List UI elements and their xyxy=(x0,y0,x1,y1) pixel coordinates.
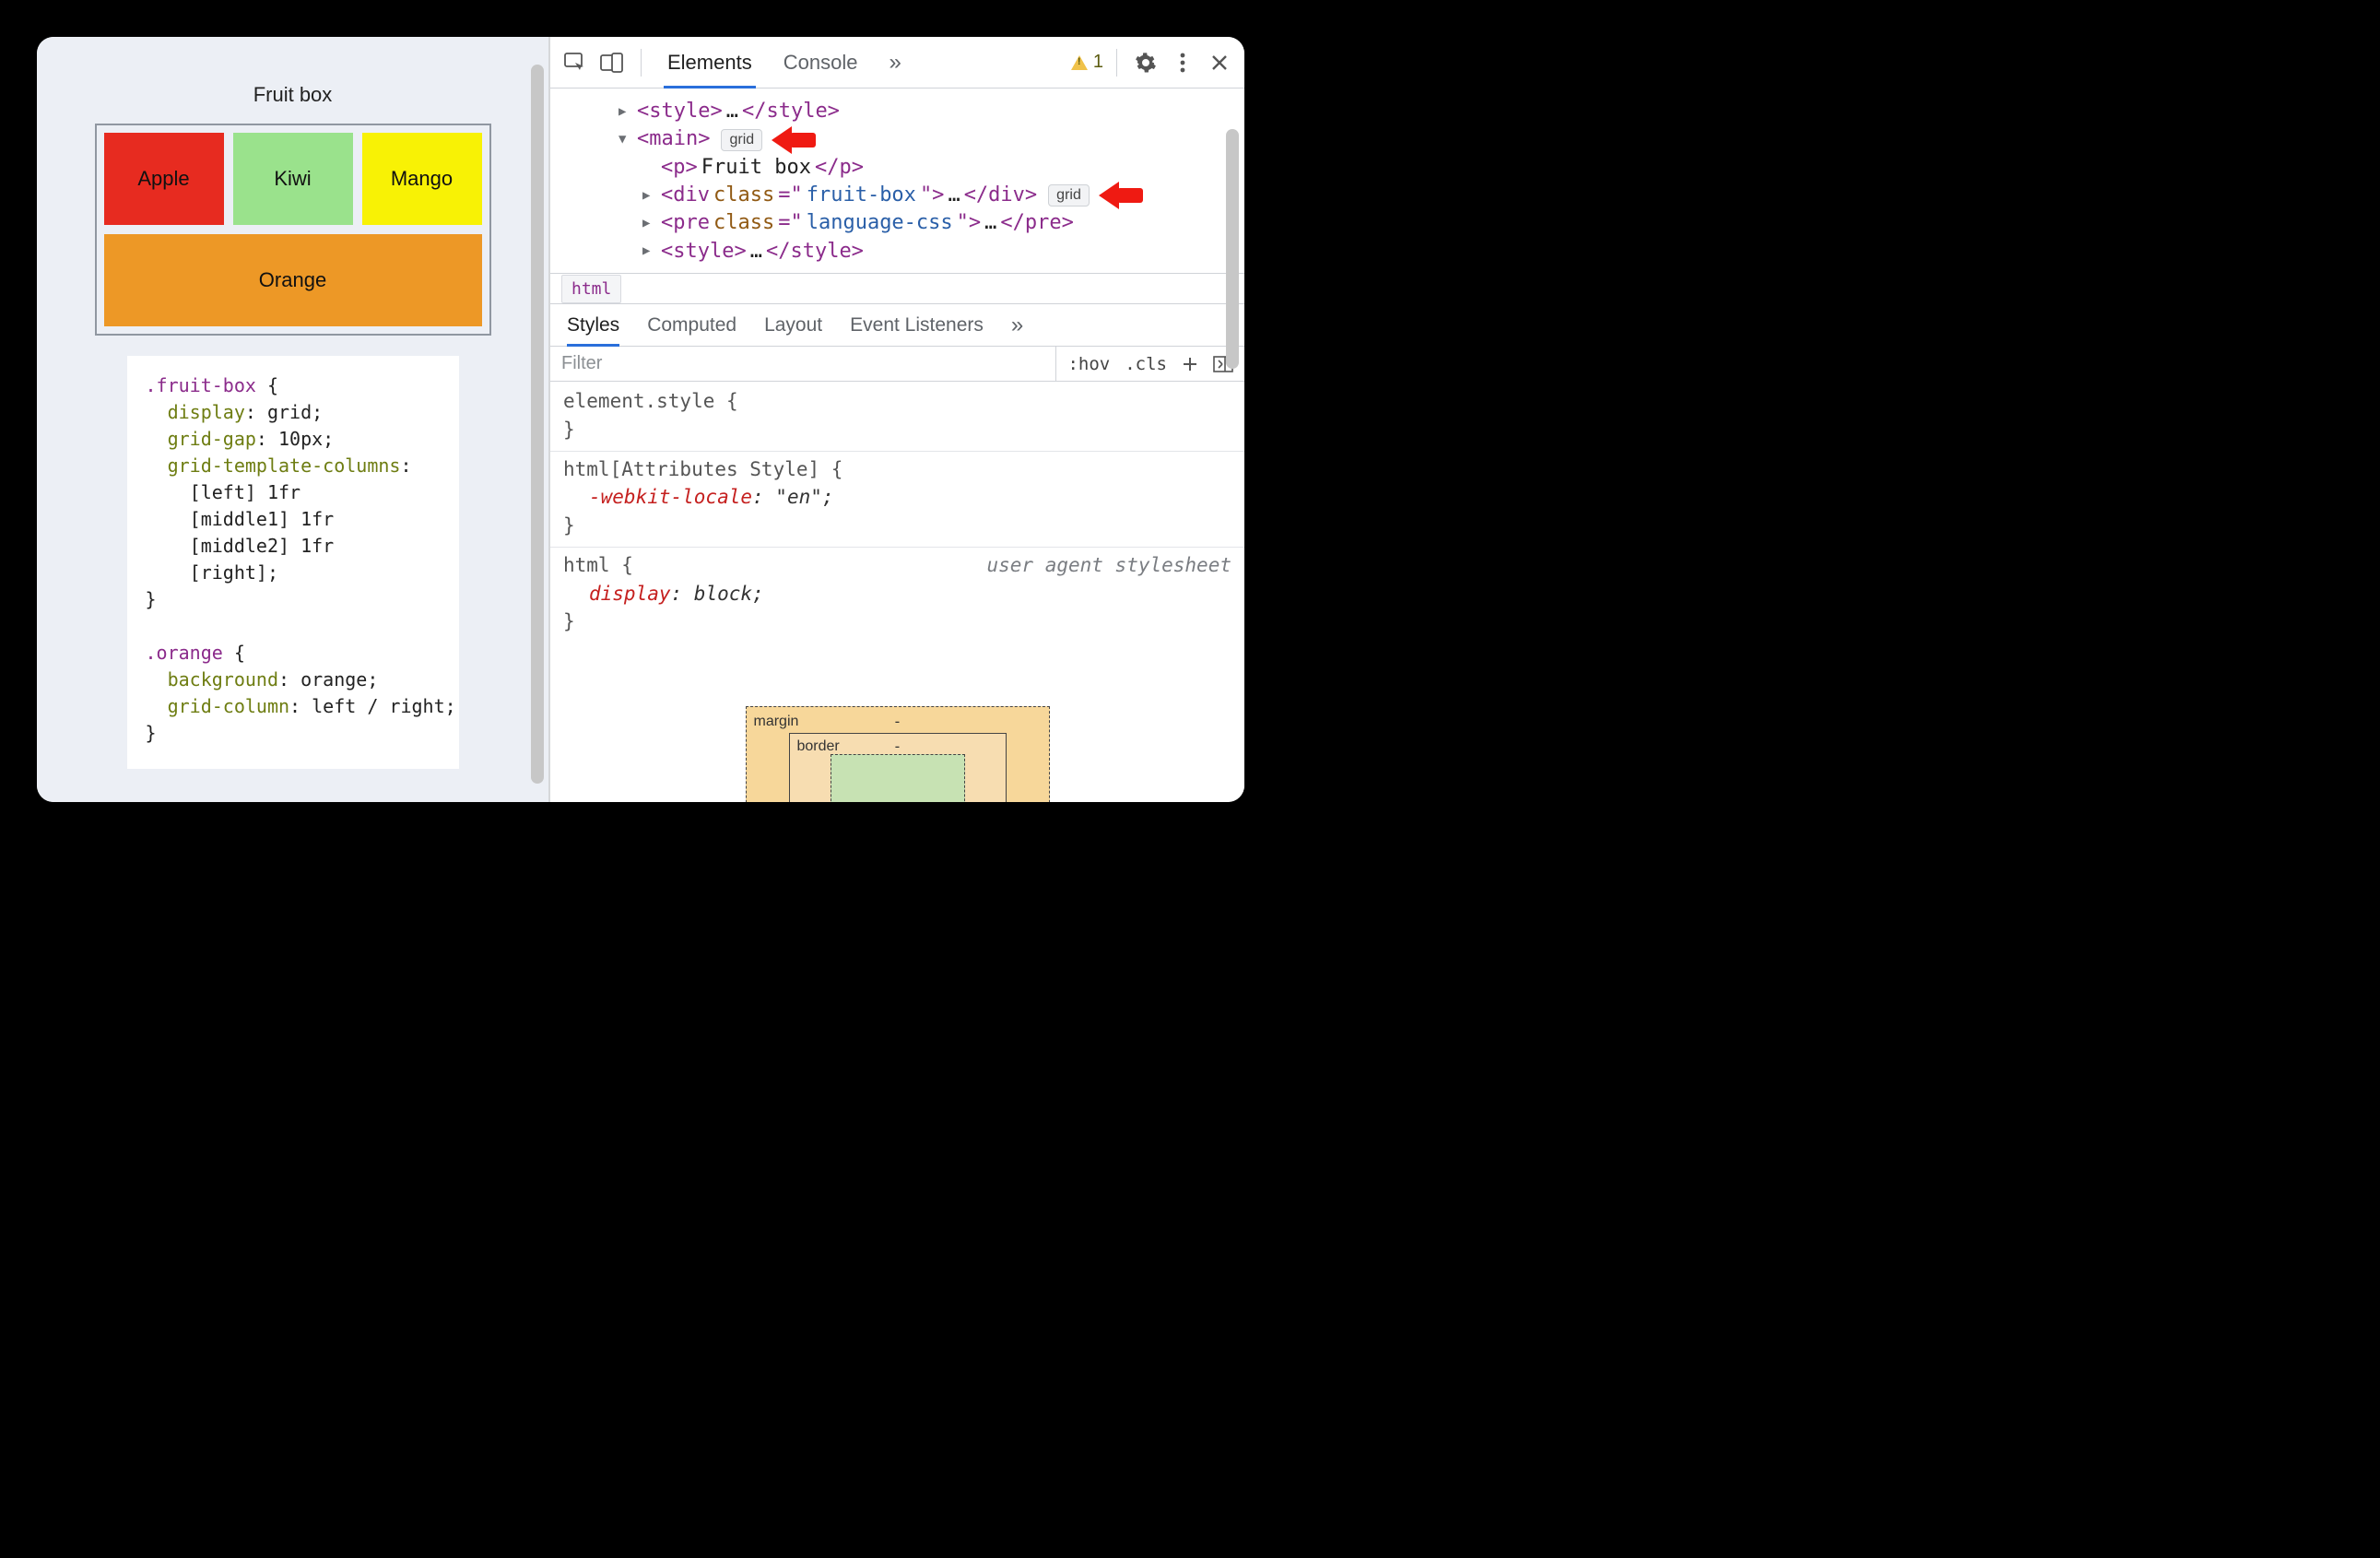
settings-icon[interactable] xyxy=(1130,47,1161,78)
devtools-toolbar: Elements Console » 1 xyxy=(550,37,1244,89)
subtab-event-listeners[interactable]: Event Listeners xyxy=(850,304,984,346)
fruit-box: Apple Kiwi Mango Orange xyxy=(95,124,491,336)
styles-body[interactable]: element.style { } html[Attributes Style]… xyxy=(550,382,1244,802)
breadcrumb-bar: html xyxy=(550,273,1244,304)
warnings-badge[interactable]: 1 xyxy=(1071,52,1103,73)
close-icon[interactable] xyxy=(1204,47,1235,78)
dom-node-p[interactable]: <p>Fruit box</p> xyxy=(578,154,1239,182)
rule-element-style[interactable]: element.style { } xyxy=(563,387,1231,447)
warning-count: 1 xyxy=(1093,52,1103,73)
page-title: Fruit box xyxy=(253,83,333,107)
code-block: .fruit-box { display: grid; grid-gap: 10… xyxy=(127,356,459,769)
cls-toggle[interactable]: .cls xyxy=(1125,354,1167,374)
new-style-rule-icon[interactable] xyxy=(1182,356,1198,372)
kebab-menu-icon[interactable] xyxy=(1167,47,1198,78)
grid-badge[interactable]: grid xyxy=(1048,184,1090,207)
fruit-kiwi: Kiwi xyxy=(233,133,353,225)
annotation-arrow-icon xyxy=(1101,183,1143,208)
rule-html-attributes[interactable]: html[Attributes Style] { -webkit-locale:… xyxy=(563,455,1231,543)
tab-overflow[interactable]: » xyxy=(876,37,913,88)
inspect-element-icon[interactable] xyxy=(560,47,591,78)
dom-node-style[interactable]: ▶ <style>…</style> xyxy=(578,98,1239,125)
box-model-diagram[interactable]: margin - border - xyxy=(746,706,1050,802)
ua-stylesheet-label: user agent stylesheet xyxy=(986,551,1231,579)
fruit-mango: Mango xyxy=(362,133,482,225)
tab-elements[interactable]: Elements xyxy=(654,37,765,88)
dom-tree[interactable]: ▶ <style>…</style> ▼ <main> grid <p>Frui… xyxy=(550,89,1244,273)
left-scrollbar[interactable] xyxy=(531,65,544,784)
rule-html-ua[interactable]: user agent stylesheet html { display: bl… xyxy=(563,551,1231,639)
dom-node-pre[interactable]: ▶ <pre class="language-css">…</pre> xyxy=(578,209,1239,237)
right-scrollbar[interactable] xyxy=(1226,129,1239,369)
rendered-page-pane: Fruit box Apple Kiwi Mango Orange .fruit… xyxy=(37,37,548,802)
hov-toggle[interactable]: :hov xyxy=(1067,354,1110,374)
annotation-arrow-icon xyxy=(773,127,816,153)
app-window: Fruit box Apple Kiwi Mango Orange .fruit… xyxy=(37,37,1244,802)
subtab-computed[interactable]: Computed xyxy=(647,304,736,346)
subtab-styles[interactable]: Styles xyxy=(567,304,619,346)
tab-console[interactable]: Console xyxy=(771,37,871,88)
dom-node-style2[interactable]: ▶ <style>…</style> xyxy=(578,238,1239,266)
grid-badge[interactable]: grid xyxy=(721,129,762,151)
dom-node-main[interactable]: ▼ <main> grid xyxy=(578,125,1239,153)
devtools-pane: Elements Console » 1 ▶ <style>…</st xyxy=(550,37,1244,802)
box-model-margin-label: margin xyxy=(754,711,799,732)
fruit-apple: Apple xyxy=(104,133,224,225)
styles-filter-row: :hov .cls xyxy=(550,347,1244,382)
subtab-layout[interactable]: Layout xyxy=(764,304,822,346)
fruit-orange: Orange xyxy=(104,234,482,326)
styles-subtabs: Styles Computed Layout Event Listeners » xyxy=(550,304,1244,347)
device-toggle-icon[interactable] xyxy=(596,47,628,78)
styles-filter-input[interactable] xyxy=(550,347,1055,381)
dom-node-div-fruitbox[interactable]: ▶ <div class="fruit-box">…</div> grid xyxy=(578,182,1239,209)
subtab-overflow[interactable]: » xyxy=(1011,304,1023,346)
warning-icon xyxy=(1071,55,1088,70)
breadcrumb-html[interactable]: html xyxy=(561,275,621,303)
box-model-border-label: border xyxy=(797,736,840,757)
